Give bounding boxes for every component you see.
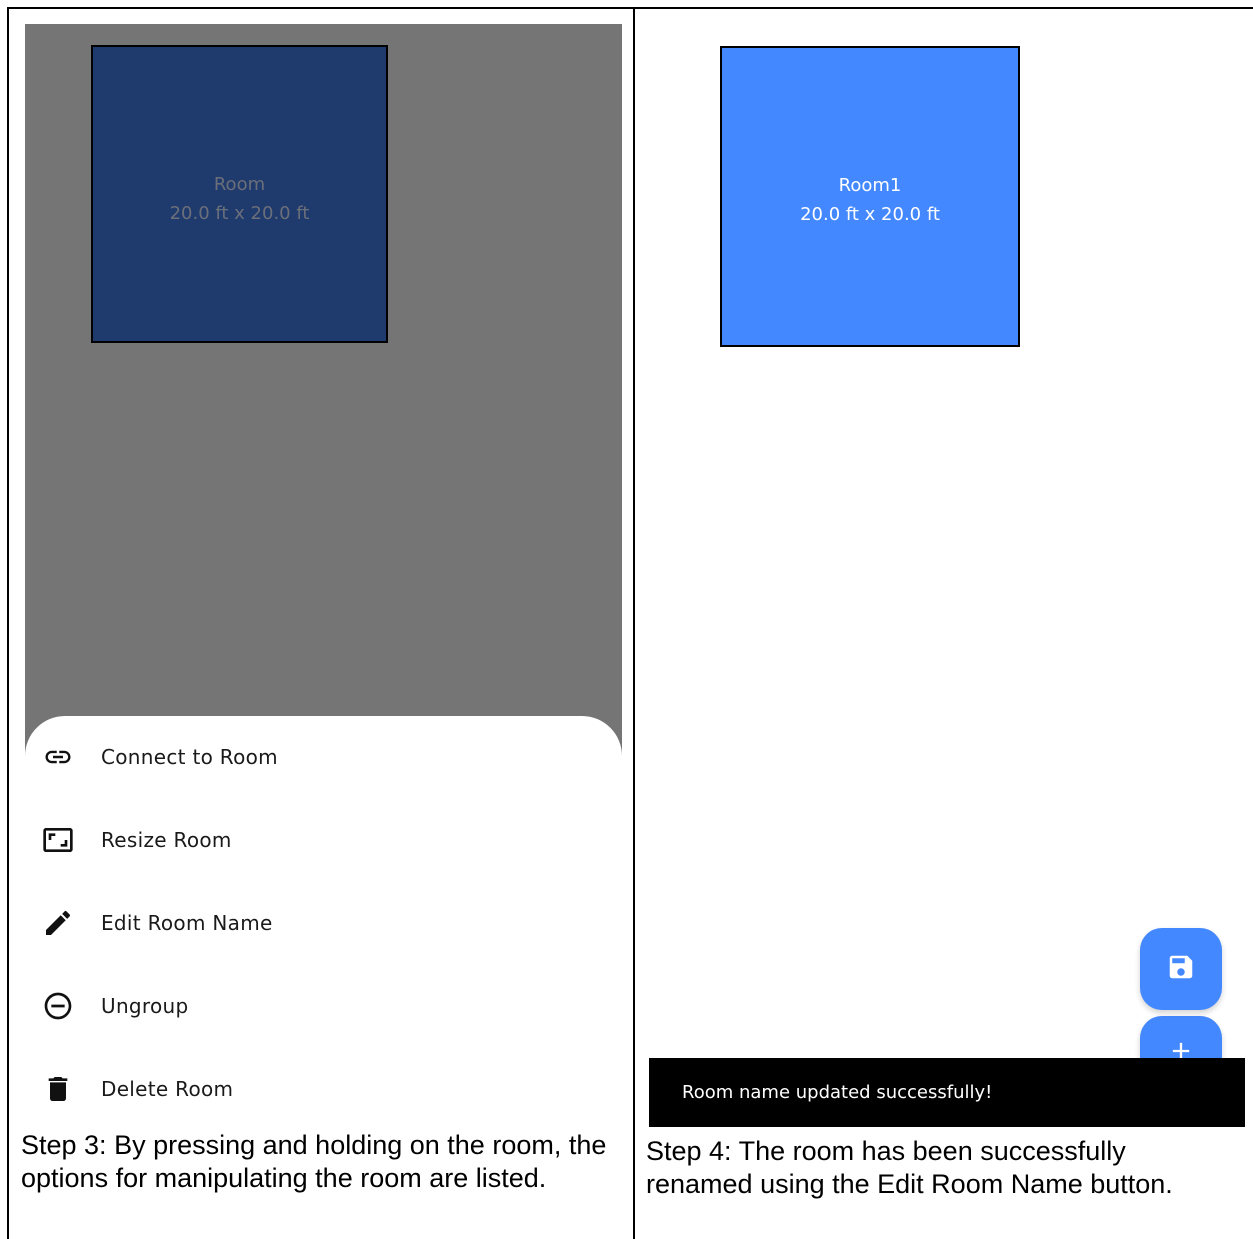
trash-icon — [41, 1072, 75, 1106]
menu-label: Ungroup — [101, 994, 189, 1018]
room-name: Room — [213, 174, 266, 195]
aspect-ratio-icon — [41, 823, 75, 857]
room-size: 20.0 ft x 20.0 ft — [800, 204, 940, 225]
pencil-icon — [41, 906, 75, 940]
step4-caption: Step 4: The room has been successfully r… — [646, 1136, 1173, 1199]
remove-circle-icon — [41, 989, 75, 1023]
document-page: Room 20.0 ft x 20.0 ft Connect to Room R… — [0, 0, 1253, 1239]
menu-label: Resize Room — [101, 828, 232, 852]
step3-screenshot: Room 20.0 ft x 20.0 ft Connect to Room R… — [25, 24, 622, 1130]
room-tile-renamed[interactable]: Room1 20.0 ft x 20.0 ft — [720, 46, 1020, 347]
step3-caption: Step 3: By pressing and holding on the r… — [21, 1130, 607, 1193]
menu-item-ungroup[interactable]: Ungroup — [25, 976, 622, 1036]
table-border-top — [7, 7, 1253, 9]
table-border-left — [7, 7, 9, 1239]
save-icon — [1166, 952, 1196, 987]
menu-item-connect-room[interactable]: Connect to Room — [25, 727, 622, 787]
menu-label: Connect to Room — [101, 745, 278, 769]
menu-label: Edit Room Name — [101, 911, 273, 935]
room-size: 20.0 ft x 20.0 ft — [169, 203, 310, 224]
room-name: Room1 — [838, 175, 902, 196]
menu-label: Delete Room — [101, 1077, 234, 1101]
table-border-middle — [633, 7, 635, 1239]
menu-item-resize-room[interactable]: Resize Room — [25, 810, 622, 870]
options-bottom-sheet: Connect to Room Resize Room Edit Room Na… — [25, 716, 622, 1130]
snackbar: Room name updated successfully! — [649, 1058, 1245, 1127]
menu-item-edit-room-name[interactable]: Edit Room Name — [25, 893, 622, 953]
menu-item-delete-room[interactable]: Delete Room — [25, 1059, 622, 1119]
link-icon — [41, 740, 75, 774]
room-tile-dimmed[interactable]: Room 20.0 ft x 20.0 ft — [91, 45, 388, 343]
snackbar-message: Room name updated successfully! — [682, 1082, 993, 1103]
save-fab[interactable] — [1140, 928, 1222, 1010]
